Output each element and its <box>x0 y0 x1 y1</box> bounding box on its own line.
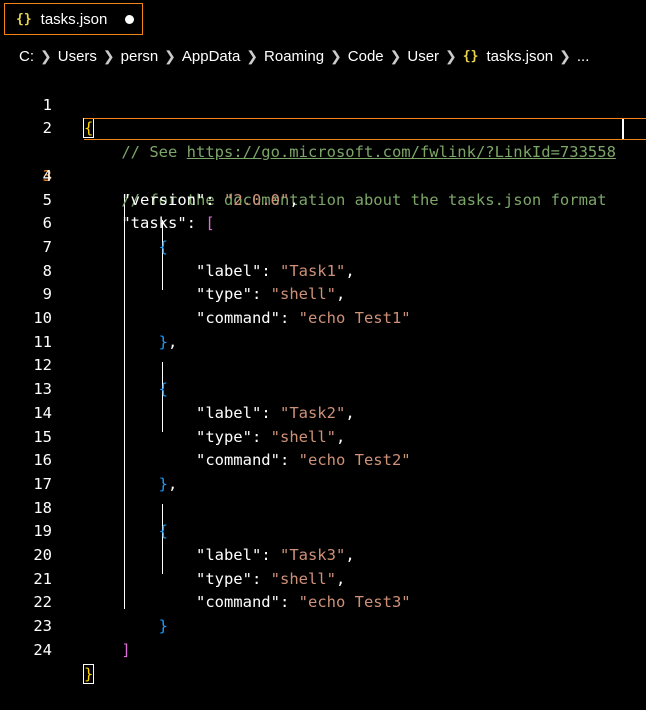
code-editor[interactable]: 1 { 2 // See https://go.microsoft.com/fw… <box>0 70 646 684</box>
json-file-icon: {} <box>16 11 32 27</box>
breadcrumb-item-drive[interactable]: C: <box>19 48 34 65</box>
chevron-right-icon: ❯ <box>40 47 52 64</box>
code-line: 17 <box>0 449 646 493</box>
code-line: 13 "label": "Task2", <box>0 354 646 422</box>
chevron-right-icon: ❯ <box>445 47 457 64</box>
chevron-right-icon: ❯ <box>246 47 259 64</box>
tab-label: tasks.json <box>40 10 108 28</box>
unsaved-dot-icon[interactable] <box>125 15 134 24</box>
code-line: 16 }, <box>0 426 646 493</box>
code-line: 19 "label": "Task3", <box>0 497 646 564</box>
brace-close: } <box>82 663 95 684</box>
chevron-right-icon: ❯ <box>330 47 342 64</box>
text-caret <box>622 119 624 140</box>
code-line: 18 { <box>0 473 646 541</box>
code-line: 2 // See https://go.microsoft.com/fwlink… <box>0 94 646 161</box>
code-line: 9 "command": "echo Test1" <box>0 260 646 327</box>
code-line: 12 { <box>0 331 646 398</box>
code-line: 8 "type": "shell", <box>0 236 646 304</box>
json-file-icon: {} <box>462 48 479 64</box>
breadcrumb-item-roaming[interactable]: Roaming <box>264 48 324 65</box>
breadcrumb-item-appdata[interactable]: AppData <box>182 48 240 65</box>
chevron-right-icon: ❯ <box>164 47 176 64</box>
code-line: 14 "type": "shell", <box>0 378 646 446</box>
code-line: 20 "type": "shell", <box>0 520 646 588</box>
breadcrumb-item-more[interactable]: ... <box>577 48 590 65</box>
code-line: 6 { <box>0 189 646 256</box>
bracket-close: ] <box>121 640 131 659</box>
code-line: 21 "command": "echo Test3" <box>0 544 646 612</box>
breadcrumb: C: ❯ Users ❯ persn ❯ AppData ❯ Roaming ❯… <box>0 44 646 68</box>
breadcrumb-item-user[interactable]: User <box>407 48 439 65</box>
code-line: 15 "command": "echo Test2" <box>0 402 646 470</box>
breadcrumb-item-file[interactable]: tasks.json <box>486 48 553 65</box>
code-line: 11 <box>0 307 646 351</box>
code-line: 5 "tasks": [ <box>0 165 646 233</box>
current-line-highlight <box>84 118 646 141</box>
code-line: 1 { <box>0 70 646 139</box>
code-line: 4 "version": "2.0.0", <box>0 141 646 209</box>
tab-bar: {} tasks.json <box>0 0 646 40</box>
code-line: 7 "label": "Task1", <box>0 212 646 280</box>
code-line: 10 }, <box>0 283 646 351</box>
code-line: 23 ] <box>0 591 646 659</box>
code-line: 24 } <box>0 615 646 684</box>
code-line-active: 3 // for the documentation about the tas… <box>0 117 646 209</box>
code-line: 22 } <box>0 568 646 635</box>
chevron-right-icon: ❯ <box>389 47 402 64</box>
chevron-right-icon: ❯ <box>559 47 571 64</box>
breadcrumb-item-code[interactable]: Code <box>348 48 384 65</box>
tab-tasks-json[interactable]: {} tasks.json <box>4 3 143 35</box>
chevron-right-icon: ❯ <box>102 47 115 64</box>
breadcrumb-item-persn[interactable]: persn <box>121 48 159 65</box>
breadcrumb-item-users[interactable]: Users <box>58 48 97 65</box>
line-number: 24 <box>33 640 52 659</box>
